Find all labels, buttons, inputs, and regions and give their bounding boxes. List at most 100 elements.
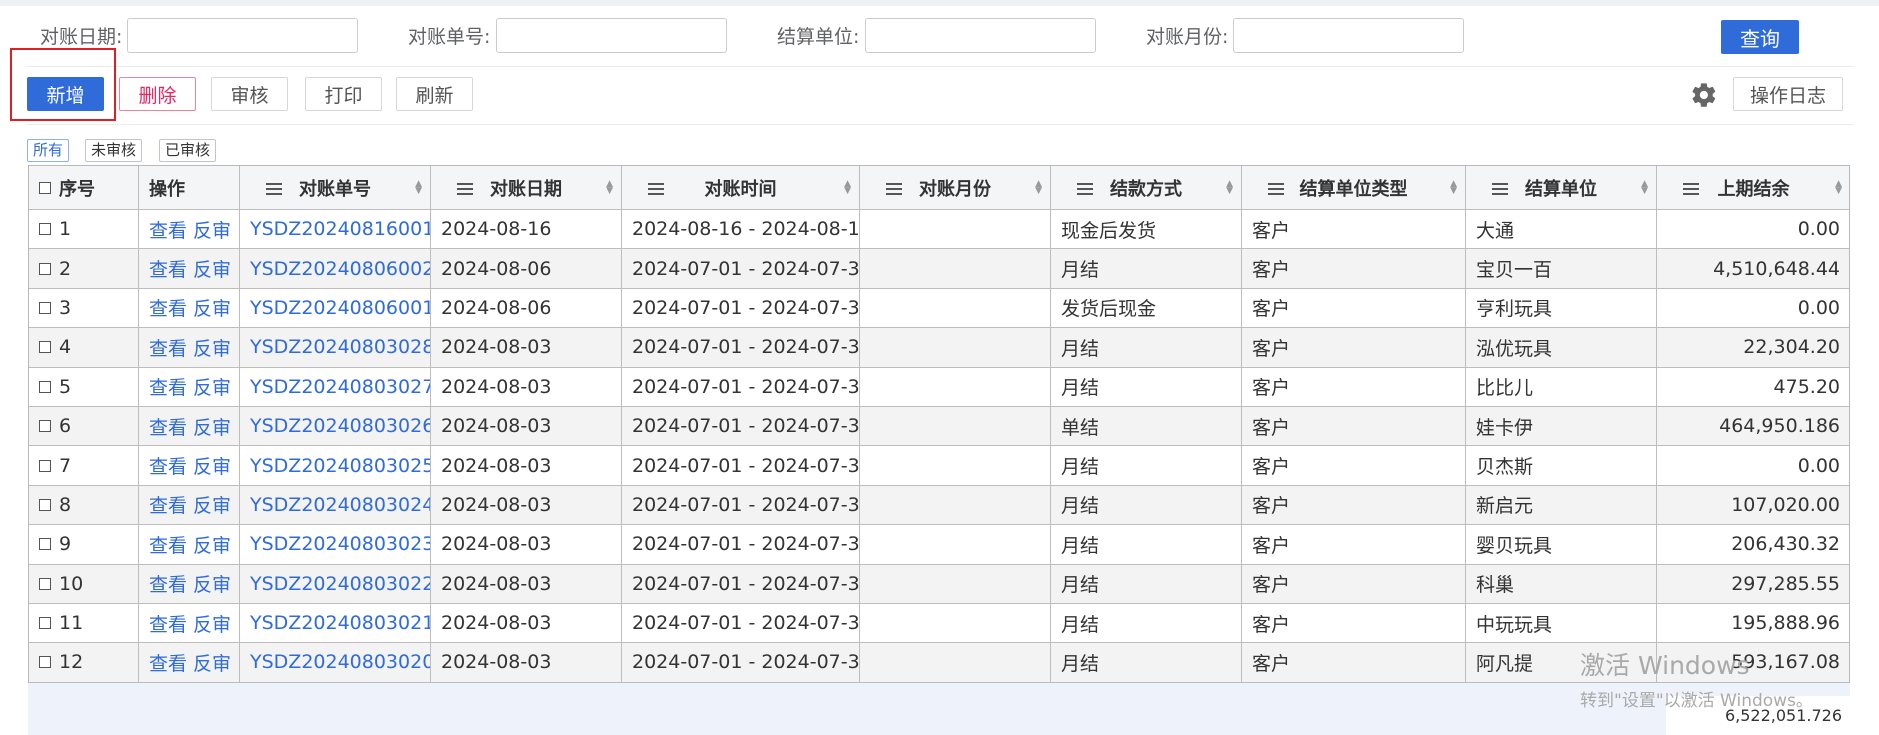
reconcile-no-link[interactable]: YSDZ20240803025 <box>250 455 430 477</box>
reverse-audit-link[interactable]: 反审 <box>193 610 231 637</box>
table-row[interactable]: 2 查看 反审 YSDZ20240806002 2024-08-06 2024-07-01… <box>29 249 1849 289</box>
reconcile-no-link[interactable]: YSDZ20240816001 <box>250 218 430 240</box>
header-prev-balance[interactable]: 上期结余 ▲ ▼ <box>1657 166 1849 209</box>
reverse-audit-link[interactable]: 反审 <box>193 294 231 321</box>
header-reconcile-no[interactable]: 对账单号 ▲ ▼ <box>240 166 431 209</box>
filter-unaudited[interactable]: 未审核 <box>85 139 143 162</box>
reconcile-no-link[interactable]: YSDZ20240803022 <box>250 573 430 595</box>
table-row[interactable]: 10 查看 反审 YSDZ20240803022 2024-08-03 2024-07-0… <box>29 564 1849 604</box>
view-link[interactable]: 查看 <box>149 216 187 243</box>
reconcile-no-link[interactable]: YSDZ20240803020 <box>250 651 430 673</box>
reconcile-no-link[interactable]: YSDZ20240803023 <box>250 533 430 555</box>
row-checkbox[interactable] <box>39 301 51 314</box>
reconcile-date-input[interactable] <box>127 18 358 53</box>
operation-log-button[interactable]: 操作日志 <box>1733 77 1843 111</box>
view-link[interactable]: 查看 <box>149 610 187 637</box>
reconcile-no-link[interactable]: YSDZ20240803024 <box>250 494 430 516</box>
sort-icon[interactable]: ▲ ▼ <box>1450 180 1457 196</box>
column-menu-icon[interactable] <box>1683 183 1699 195</box>
reverse-audit-link[interactable]: 反审 <box>193 649 231 676</box>
audit-button[interactable]: 审核 <box>211 77 288 111</box>
view-link[interactable]: 查看 <box>149 334 187 361</box>
gear-icon[interactable] <box>1690 81 1718 109</box>
table-row[interactable]: 12 查看 反审 YSDZ20240803020 2024-08-03 2024-07-0… <box>29 643 1849 683</box>
view-link[interactable]: 查看 <box>149 649 187 676</box>
reconcile-no-link[interactable]: YSDZ20240806001 <box>250 297 430 319</box>
filter-all[interactable]: 所有 <box>27 139 70 162</box>
row-checkbox[interactable] <box>39 380 51 393</box>
reconcile-no-link[interactable]: YSDZ20240803026 <box>250 415 430 437</box>
reverse-audit-link[interactable]: 反审 <box>193 334 231 361</box>
header-unit-type[interactable]: 结算单位类型 ▲ ▼ <box>1242 166 1466 209</box>
reconcile-no-link[interactable]: YSDZ20240803021 <box>250 612 430 634</box>
header-pay-method[interactable]: 结款方式 ▲ ▼ <box>1051 166 1242 209</box>
sort-icon[interactable]: ▲ ▼ <box>415 180 422 196</box>
refresh-button[interactable]: 刷新 <box>396 77 473 111</box>
header-settle-unit[interactable]: 结算单位 ▲ ▼ <box>1466 166 1657 209</box>
table-row[interactable]: 11 查看 反审 YSDZ20240803021 2024-08-03 2024-07-0… <box>29 603 1849 644</box>
row-checkbox[interactable] <box>39 538 51 551</box>
reverse-audit-link[interactable]: 反审 <box>193 413 231 440</box>
sort-icon[interactable]: ▲ ▼ <box>1835 180 1842 196</box>
reconcile-no-link[interactable]: YSDZ20240806002 <box>250 258 430 280</box>
table-row[interactable]: 3 查看 反审 YSDZ20240806001 2024-08-06 2024-07-01… <box>29 288 1849 329</box>
sort-icon[interactable]: ▲ ▼ <box>1226 180 1233 196</box>
column-menu-icon[interactable] <box>1268 183 1284 195</box>
filter-audited[interactable]: 已审核 <box>159 139 217 162</box>
column-menu-icon[interactable] <box>266 183 282 195</box>
view-link[interactable]: 查看 <box>149 531 187 558</box>
reverse-audit-link[interactable]: 反审 <box>193 491 231 518</box>
view-link[interactable]: 查看 <box>149 255 187 282</box>
column-menu-icon[interactable] <box>457 183 473 195</box>
reconcile-no-link[interactable]: YSDZ20240803028 <box>250 336 430 358</box>
select-all-checkbox[interactable] <box>39 181 51 194</box>
delete-button[interactable]: 删除 <box>119 77 196 111</box>
sort-icon[interactable]: ▲ ▼ <box>606 180 613 196</box>
add-button[interactable]: 新增 <box>27 77 104 111</box>
view-link[interactable]: 查看 <box>149 413 187 440</box>
row-checkbox[interactable] <box>39 498 51 511</box>
table-row[interactable]: 5 查看 反审 YSDZ20240803027 2024-08-03 2024-07-01… <box>29 367 1849 407</box>
table-row[interactable]: 6 查看 反审 YSDZ20240803026 2024-08-03 2024-07-01… <box>29 406 1849 447</box>
view-link[interactable]: 查看 <box>149 452 187 479</box>
reverse-audit-link[interactable]: 反审 <box>193 570 231 597</box>
column-menu-icon[interactable] <box>1492 183 1508 195</box>
column-menu-icon[interactable] <box>648 183 664 195</box>
column-menu-icon[interactable] <box>886 183 902 195</box>
reconcile-month-input[interactable] <box>1233 18 1464 53</box>
header-reconcile-month[interactable]: 对账月份 ▲ ▼ <box>860 166 1051 209</box>
query-button[interactable]: 查询 <box>1721 20 1799 54</box>
table-row[interactable]: 8 查看 反审 YSDZ20240803024 2024-08-03 2024-07-01… <box>29 485 1849 526</box>
table-row[interactable]: 4 查看 反审 YSDZ20240803028 2024-08-03 2024-07-01… <box>29 328 1849 368</box>
view-link[interactable]: 查看 <box>149 570 187 597</box>
settle-unit-input[interactable] <box>865 18 1096 53</box>
reverse-audit-link[interactable]: 反审 <box>193 452 231 479</box>
sort-icon[interactable]: ▲ ▼ <box>844 180 851 196</box>
reconcile-no-input[interactable] <box>496 18 727 53</box>
view-link[interactable]: 查看 <box>149 491 187 518</box>
reverse-audit-link[interactable]: 反审 <box>193 531 231 558</box>
header-reconcile-period[interactable]: 对账时间 ▲ ▼ <box>622 166 860 209</box>
row-checkbox[interactable] <box>39 341 51 354</box>
row-checkbox[interactable] <box>39 459 51 472</box>
row-checkbox[interactable] <box>39 577 51 590</box>
table-row[interactable]: 9 查看 反审 YSDZ20240803023 2024-08-03 2024-07-01… <box>29 525 1849 565</box>
reconcile-no-link[interactable]: YSDZ20240803027 <box>250 376 430 398</box>
row-checkbox[interactable] <box>39 262 51 275</box>
row-checkbox[interactable] <box>39 223 51 236</box>
column-menu-icon[interactable] <box>1077 183 1093 195</box>
sort-icon[interactable]: ▲ ▼ <box>1641 180 1648 196</box>
reverse-audit-link[interactable]: 反审 <box>193 216 231 243</box>
sort-icon[interactable]: ▲ ▼ <box>1035 180 1042 196</box>
reverse-audit-link[interactable]: 反审 <box>193 373 231 400</box>
print-button[interactable]: 打印 <box>305 77 382 111</box>
table-row[interactable]: 1 查看 反审 YSDZ20240816001 2024-08-16 2024-08-16… <box>29 210 1849 250</box>
table-row[interactable]: 7 查看 反审 YSDZ20240803025 2024-08-03 2024-07-01… <box>29 446 1849 486</box>
reverse-audit-link[interactable]: 反审 <box>193 255 231 282</box>
row-checkbox[interactable] <box>39 656 51 669</box>
row-checkbox[interactable] <box>39 420 51 433</box>
view-link[interactable]: 查看 <box>149 373 187 400</box>
header-reconcile-date[interactable]: 对账日期 ▲ ▼ <box>431 166 622 209</box>
view-link[interactable]: 查看 <box>149 294 187 321</box>
row-checkbox[interactable] <box>39 617 51 630</box>
